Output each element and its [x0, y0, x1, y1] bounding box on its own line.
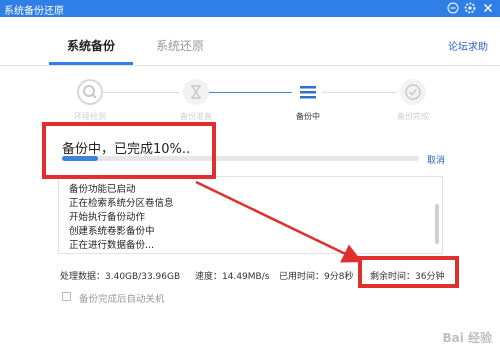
watermark: Bai 经验	[442, 331, 492, 345]
annotation-arrow	[195, 180, 363, 263]
